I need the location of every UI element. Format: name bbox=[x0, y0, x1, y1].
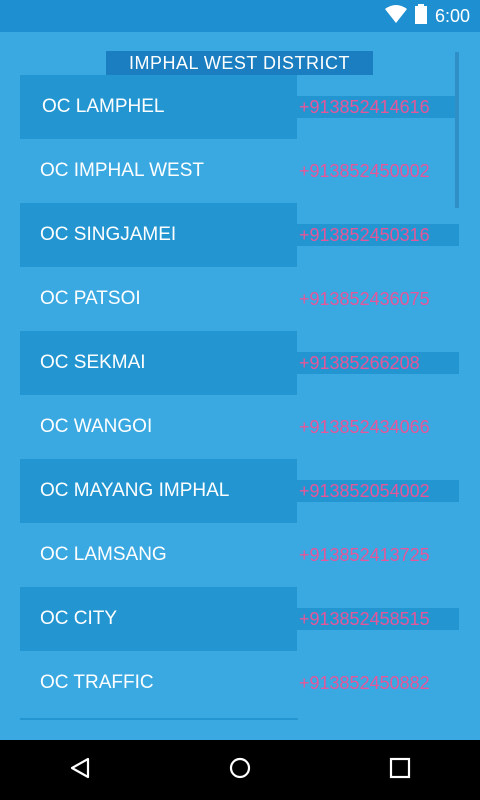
content-area[interactable]: IMPHAL WEST DISTRICT OC LAMPHEL +9138524… bbox=[0, 32, 480, 740]
list-item[interactable]: OC TRAFFIC +913852450882 bbox=[20, 651, 460, 715]
station-phone[interactable]: +913852450002 bbox=[299, 139, 430, 203]
list-item[interactable]: OC IMPHAL WEST +913852450002 bbox=[20, 139, 460, 203]
station-name: OC WANGOI bbox=[40, 416, 153, 437]
scrollbar-thumb[interactable] bbox=[455, 52, 459, 208]
station-name: OC TRAFFIC bbox=[40, 672, 154, 693]
station-phone[interactable]: +913852434066 bbox=[299, 395, 430, 459]
back-icon bbox=[68, 756, 92, 785]
list-item[interactable]: OC WANGOI +913852434066 bbox=[20, 395, 460, 459]
wifi-icon bbox=[384, 5, 407, 28]
station-name: OC SINGJAMEI bbox=[40, 224, 177, 245]
list-item[interactable]: OC MAYANG IMPHAL +913852054002 bbox=[20, 459, 460, 523]
station-name: OC PATSOI bbox=[40, 288, 141, 309]
list-item[interactable]: OC LAMPHEL +913852414616 bbox=[20, 75, 460, 139]
battery-icon bbox=[414, 4, 427, 29]
list-item[interactable]: OC CITY +913852458515 bbox=[20, 587, 460, 651]
station-phone[interactable]: +913852413725 bbox=[299, 523, 430, 587]
list-item[interactable]: OC SINGJAMEI +913852450316 bbox=[20, 203, 460, 267]
list-item[interactable]: OC PATSOI +913852436075 bbox=[20, 267, 460, 331]
station-phone[interactable]: +913852450882 bbox=[299, 651, 430, 715]
station-name: OC LAMSANG bbox=[40, 544, 167, 565]
station-name: OC SEKMAI bbox=[40, 352, 146, 373]
navigation-bar bbox=[0, 740, 480, 800]
station-phone[interactable]: +91385266208 bbox=[299, 331, 420, 395]
station-name: OC IMPHAL WEST bbox=[40, 160, 204, 181]
station-phone[interactable]: +913852414616 bbox=[299, 75, 430, 139]
list-item[interactable]: OC SEKMAI +91385266208 bbox=[20, 331, 460, 395]
station-name: OC CITY bbox=[40, 608, 118, 629]
home-icon bbox=[228, 756, 252, 785]
district-title: IMPHAL WEST DISTRICT bbox=[106, 51, 373, 75]
station-phone[interactable]: +913852450316 bbox=[299, 203, 430, 267]
back-button[interactable] bbox=[50, 740, 110, 800]
station-phone[interactable]: +913852054002 bbox=[299, 459, 430, 523]
recents-icon bbox=[389, 757, 411, 784]
recents-button[interactable] bbox=[370, 740, 430, 800]
station-phone[interactable]: +913852436075 bbox=[299, 267, 430, 331]
list-item[interactable]: OC LAMSANG +913852413725 bbox=[20, 523, 460, 587]
list-divider bbox=[20, 718, 298, 720]
station-list: OC LAMPHEL +913852414616 OC IMPHAL WEST … bbox=[20, 75, 460, 715]
status-bar: 6:00 bbox=[0, 0, 480, 32]
home-button[interactable] bbox=[210, 740, 270, 800]
status-time: 6:00 bbox=[434, 6, 470, 26]
station-phone[interactable]: +913852458515 bbox=[299, 587, 430, 651]
station-name: OC LAMPHEL bbox=[42, 96, 165, 117]
station-name: OC MAYANG IMPHAL bbox=[40, 480, 230, 501]
